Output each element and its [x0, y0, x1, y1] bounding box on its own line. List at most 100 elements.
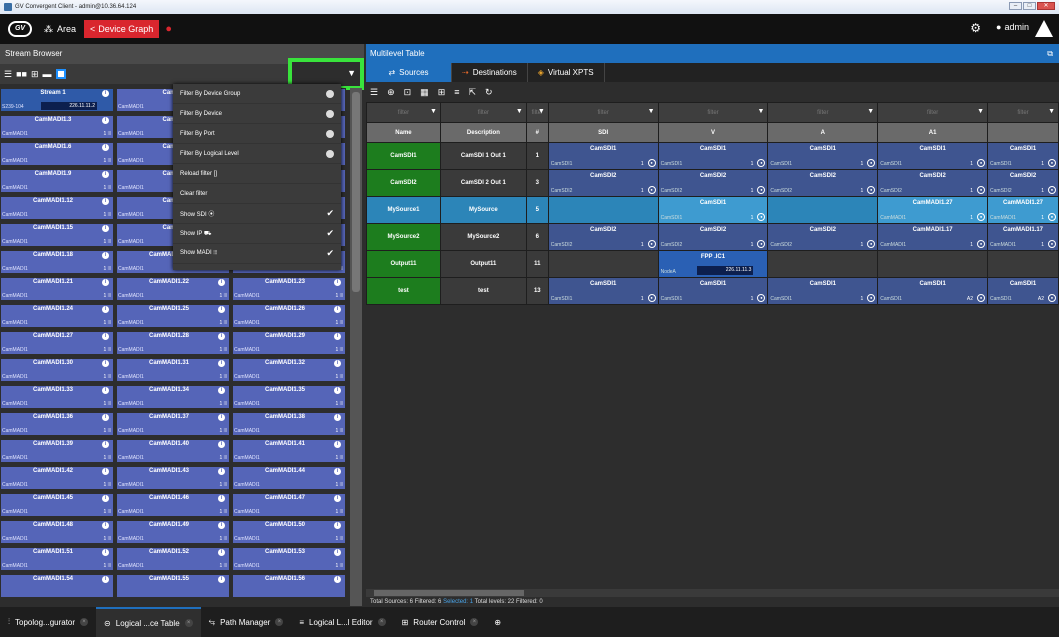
info-icon[interactable]: i: [218, 441, 225, 448]
stream-card[interactable]: CamMADI1.31 i CamMADI1 1 ⦙⦙⦙: [116, 358, 230, 382]
column-header[interactable]: #: [525, 122, 549, 143]
info-icon[interactable]: i: [102, 576, 109, 583]
table-row[interactable]: CamSDI2 CamSDI 2 Out 1 3 CamSDI2 CamSDI2 1 ● Ca…: [366, 169, 1059, 197]
minimize-button[interactable]: –: [1009, 2, 1022, 10]
row-name[interactable]: test: [366, 277, 441, 305]
tile-view-icon[interactable]: ■■: [16, 69, 27, 79]
stream-card[interactable]: CamMADI1.40 i CamMADI1 1 ⦙⦙⦙: [116, 439, 230, 463]
add-tab-button[interactable]: ⊕: [486, 607, 509, 637]
info-icon[interactable]: i: [102, 144, 109, 151]
add-icon[interactable]: ⊕: [387, 87, 395, 98]
info-icon[interactable]: i: [334, 360, 341, 367]
info-icon[interactable]: i: [102, 549, 109, 556]
level-cell[interactable]: CamSDI2 CamSDI2 1 ●: [767, 169, 879, 197]
stream-card[interactable]: CamMADI1.24 i CamMADI1 1 ⦙⦙⦙: [0, 304, 114, 328]
maximize-button[interactable]: □: [1023, 2, 1036, 10]
stream-card[interactable]: CamMADI1.38 i CamMADI1 1 ⦙⦙⦙: [232, 412, 346, 436]
info-icon[interactable]: i: [218, 279, 225, 286]
info-icon[interactable]: i: [102, 522, 109, 529]
info-icon[interactable]: i: [334, 522, 341, 529]
stream-card[interactable]: CamMADI1.52 i CamMADI1 1 ⦙⦙⦙: [116, 547, 230, 571]
level-cell[interactable]: CamSDI1 CamSDI1 1 ●: [657, 142, 769, 170]
square-view-icon[interactable]: [55, 69, 66, 79]
radio-icon[interactable]: [326, 149, 334, 158]
tab-destinations[interactable]: ⇢ Destinations: [452, 63, 528, 82]
stream-card[interactable]: CamMADI1.49 i CamMADI1 1 ⦙⦙⦙: [116, 520, 230, 544]
stream-card[interactable]: CamMADI1.30 i CamMADI1 1 ⦙⦙⦙: [0, 358, 114, 382]
filter-cell[interactable]: filter ▼: [987, 102, 1059, 123]
filter-cell[interactable]: filter ▼: [439, 102, 527, 123]
level-cell[interactable]: CamSDI1 CamSDI1 1 ●: [987, 142, 1059, 170]
bottom-tab[interactable]: ⊞ Router Control ×: [394, 607, 487, 637]
row-name[interactable]: MySource1: [366, 196, 441, 224]
grid-icon[interactable]: ⊞: [438, 87, 446, 98]
stream-card[interactable]: Stream 1 i S239-104 226.11.11.2: [0, 88, 114, 112]
filter-menu-item[interactable]: Filter By Device: [173, 104, 341, 124]
info-icon[interactable]: i: [334, 441, 341, 448]
stream-card[interactable]: CamMADI1.44 i CamMADI1 1 ⦙⦙⦙: [232, 466, 346, 490]
info-icon[interactable]: i: [218, 522, 225, 529]
level-cell[interactable]: CamSDI1 CamSDI1 1 ●: [657, 196, 769, 224]
hscroll-thumb[interactable]: [374, 590, 524, 596]
radio-icon[interactable]: [326, 89, 334, 98]
close-tab-icon[interactable]: ×: [184, 619, 193, 627]
stream-card[interactable]: CamMADI1.32 i CamMADI1 1 ⦙⦙⦙: [232, 358, 346, 382]
level-cell[interactable]: CamMADI1.17 CamMADI1 1 ●: [987, 223, 1059, 251]
table-horizontal-scrollbar[interactable]: [366, 589, 1059, 597]
tag-icon[interactable]: ⊡: [404, 87, 412, 98]
stream-card[interactable]: CamMADI1.22 i CamMADI1 1 ⦙⦙⦙: [116, 277, 230, 301]
area-button[interactable]: ⁂ Area: [44, 24, 76, 35]
location-pin-icon[interactable]: ●: [165, 23, 172, 35]
table-row[interactable]: CamSDI1 CamSDI 1 Out 1 1 CamSDI1 CamSDI1 1 ● Ca…: [366, 142, 1059, 170]
row-name[interactable]: CamSDI2: [366, 169, 441, 197]
table-row[interactable]: MySource1 MySource 5 CamSDI1 CamSDI1 1 ● CamMAD…: [366, 196, 1059, 224]
level-cell[interactable]: CamMADI1.27 CamMADI1 1 ●: [987, 196, 1059, 224]
info-icon[interactable]: i: [218, 306, 225, 313]
stream-card[interactable]: CamMADI1.56 i: [232, 574, 346, 598]
bottom-tab[interactable]: ≡ Logical L...l Editor ×: [291, 607, 393, 637]
level-cell[interactable]: CamSDI2 CamSDI2 1 ●: [657, 169, 769, 197]
close-tab-icon[interactable]: ×: [470, 618, 479, 626]
info-icon[interactable]: i: [334, 576, 341, 583]
column-header[interactable]: SDI: [547, 122, 659, 143]
stream-scrollbar[interactable]: [350, 88, 362, 606]
stream-card[interactable]: CamMADI1.12 i CamMADI1 1 ⦙⦙⦙: [0, 196, 114, 220]
filter-menu-item[interactable]: Reload filter []: [173, 164, 341, 184]
info-icon[interactable]: i: [218, 576, 225, 583]
refresh-icon[interactable]: ↻: [485, 87, 493, 98]
column-header[interactable]: A1: [877, 122, 989, 143]
info-icon[interactable]: i: [102, 117, 109, 124]
info-icon[interactable]: i: [334, 495, 341, 502]
filter-cell[interactable]: filter ▼: [525, 102, 549, 123]
stream-card[interactable]: CamMADI1.21 i CamMADI1 1 ⦙⦙⦙: [0, 277, 114, 301]
level-cell[interactable]: CamSDI2 CamSDI2 1 ●: [877, 169, 989, 197]
stream-card[interactable]: CamMADI1.18 i CamMADI1 1 ⦙⦙⦙: [0, 250, 114, 274]
bottom-tab[interactable]: ⥃ Path Manager ×: [201, 607, 292, 637]
level-cell[interactable]: CamSDI1 CamSDI1 1 ●: [657, 277, 769, 305]
info-icon[interactable]: i: [334, 279, 341, 286]
check-icon[interactable]: ✔: [326, 248, 334, 259]
filter-menu-item[interactable]: Show SDI ⦿ ✔: [173, 204, 341, 224]
tile-icon[interactable]: ▦: [420, 87, 429, 98]
stream-card[interactable]: CamMADI1.37 i CamMADI1 1 ⦙⦙⦙: [116, 412, 230, 436]
stream-card[interactable]: CamMADI1.53 i CamMADI1 1 ⦙⦙⦙: [232, 547, 346, 571]
stream-card[interactable]: CamMADI1.41 i CamMADI1 1 ⦙⦙⦙: [232, 439, 346, 463]
info-icon[interactable]: i: [334, 549, 341, 556]
stream-card[interactable]: CamMADI1.51 i CamMADI1 1 ⦙⦙⦙: [0, 547, 114, 571]
filter-cell[interactable]: filter ▼: [767, 102, 879, 123]
stream-card[interactable]: CamMADI1.50 i CamMADI1 1 ⦙⦙⦙: [232, 520, 346, 544]
check-icon[interactable]: ✔: [326, 228, 334, 239]
close-button[interactable]: ✕: [1037, 2, 1055, 10]
info-icon[interactable]: i: [102, 495, 109, 502]
bottom-tab[interactable]: ⫶ Topolog...gurator ×: [0, 607, 96, 637]
stream-card[interactable]: CamMADI1.34 i CamMADI1 1 ⦙⦙⦙: [116, 385, 230, 409]
stream-card[interactable]: CamMADI1.9 i CamMADI1 1 ⦙⦙⦙: [0, 169, 114, 193]
stream-card[interactable]: CamMADI1.33 i CamMADI1 1 ⦙⦙⦙: [0, 385, 114, 409]
stream-card[interactable]: CamMADI1.25 i CamMADI1 1 ⦙⦙⦙: [116, 304, 230, 328]
info-icon[interactable]: i: [218, 414, 225, 421]
list-icon[interactable]: ☰: [370, 87, 378, 98]
export-icon[interactable]: ⇱: [469, 87, 477, 98]
alarm-triangle-icon[interactable]: [1035, 20, 1053, 37]
radio-icon[interactable]: [326, 109, 334, 118]
info-icon[interactable]: i: [218, 468, 225, 475]
